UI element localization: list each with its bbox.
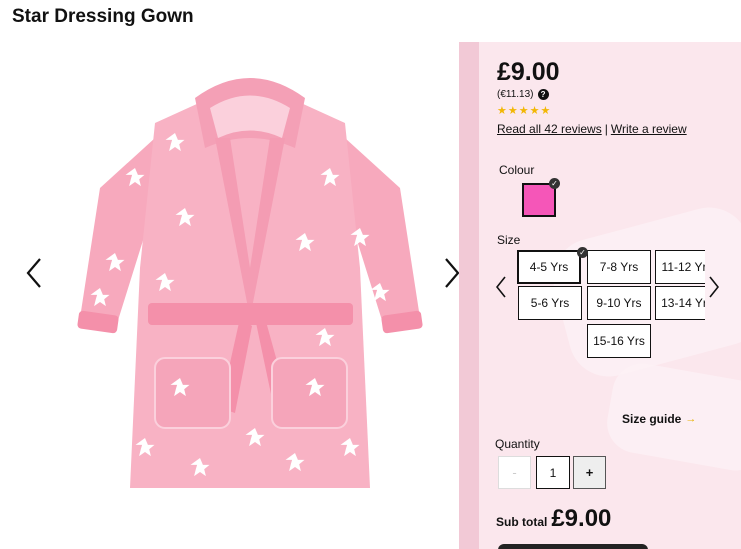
size-option-13-14[interactable]: 13-14 Yrs <box>655 286 705 320</box>
quantity-value[interactable]: 1 <box>536 456 570 489</box>
size-option-15-16[interactable]: 15-16 Yrs <box>587 324 651 358</box>
size-next-button[interactable] <box>706 272 722 302</box>
product-title: Star Dressing Gown <box>12 6 194 27</box>
product-price: £9.00 <box>497 58 560 86</box>
size-guide-label: Size guide <box>622 412 682 426</box>
subtotal-label: Sub total <box>496 515 548 529</box>
subtotal: Sub total £9.00 <box>496 505 611 533</box>
product-gallery <box>0 40 470 549</box>
quantity-label: Quantity <box>495 437 540 451</box>
size-prev-button[interactable] <box>493 272 509 302</box>
write-review-link[interactable]: Write a review <box>611 122 687 136</box>
rating-stars: ★ ★ ★ ★ ★ <box>497 105 550 117</box>
size-label: Size <box>497 233 521 247</box>
read-reviews-link[interactable]: Read all 42 reviews <box>497 122 602 136</box>
star-icon: ★ <box>518 105 529 117</box>
size-option-5-6[interactable]: 5-6 Yrs <box>518 286 582 320</box>
star-icon: ★ <box>507 105 518 117</box>
size-option-7-8[interactable]: 7-8 Yrs <box>587 250 651 284</box>
product-image <box>77 78 423 488</box>
quantity-increase-button[interactable]: + <box>573 456 606 489</box>
reviews-links: Read all 42 reviews | Write a review <box>497 122 687 136</box>
size-options: 4-5 Yrs 7-8 Yrs 11-12 Yrs 5-6 Yrs 9-10 Y… <box>517 250 705 362</box>
star-icon: ★ <box>529 105 540 117</box>
quantity-decrease-button[interactable]: - <box>498 456 531 489</box>
check-icon: ✓ <box>549 178 560 189</box>
star-icon: ★ <box>497 105 507 117</box>
reviews-separator: | <box>604 122 608 136</box>
colour-label: Colour <box>499 163 535 177</box>
check-icon: ✓ <box>577 247 588 258</box>
add-to-basket-button[interactable] <box>498 544 648 549</box>
chevron-left-icon <box>496 276 506 298</box>
gallery-prev-button[interactable] <box>20 253 48 293</box>
alt-currency-value: (€11.13) <box>497 89 534 100</box>
size-option-11-12[interactable]: 11-12 Yrs <box>655 250 705 284</box>
chevron-right-icon <box>709 276 719 298</box>
question-circle-icon[interactable]: ? <box>537 89 549 100</box>
size-option-9-10[interactable]: 9-10 Yrs <box>587 286 651 320</box>
arrow-right-icon: → <box>685 413 697 425</box>
subtotal-value: £9.00 <box>551 505 612 532</box>
price-alt-currency: (€11.13) ? <box>497 89 549 100</box>
size-guide-link[interactable]: Size guide → <box>622 412 696 426</box>
size-option-4-5[interactable]: 4-5 Yrs <box>517 250 581 284</box>
star-icon: ★ <box>540 105 551 117</box>
chevron-left-icon <box>26 258 41 288</box>
